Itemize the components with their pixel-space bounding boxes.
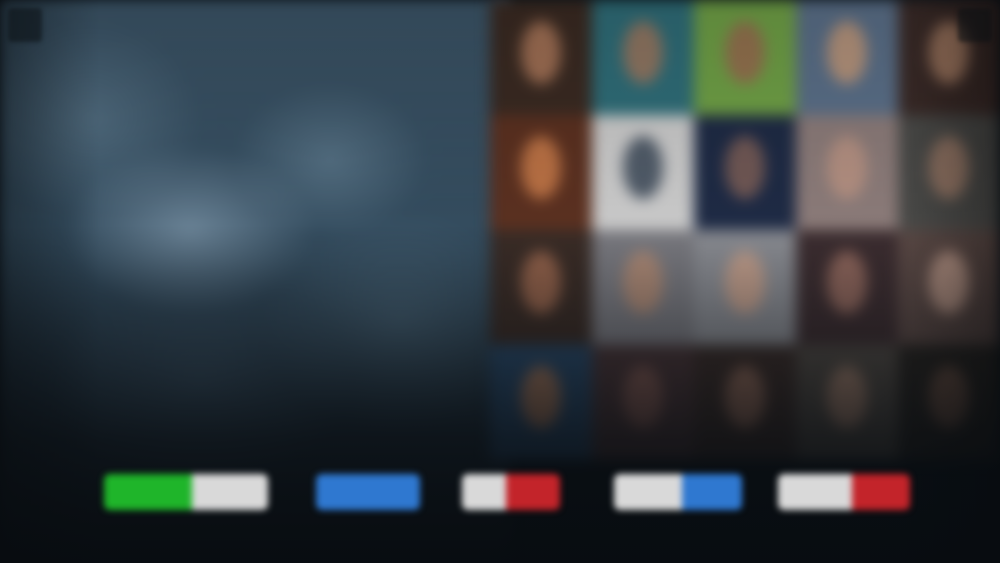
action-segment [852,474,910,510]
action-segment [316,474,420,510]
action-button-3[interactable] [462,474,560,510]
menu-icon[interactable] [8,8,42,42]
action-segment [506,474,560,510]
action-segment [778,474,852,510]
action-segment [682,474,742,510]
close-icon[interactable] [958,8,992,42]
action-segment [614,474,682,510]
action-button-5[interactable] [778,474,910,510]
blurred-screen [0,0,1000,563]
action-segment [192,474,268,510]
action-button-1[interactable] [104,474,268,510]
action-button-row [0,474,1000,512]
action-segment [462,474,506,510]
action-button-4[interactable] [614,474,742,510]
action-button-2[interactable] [316,474,420,510]
action-segment [104,474,192,510]
